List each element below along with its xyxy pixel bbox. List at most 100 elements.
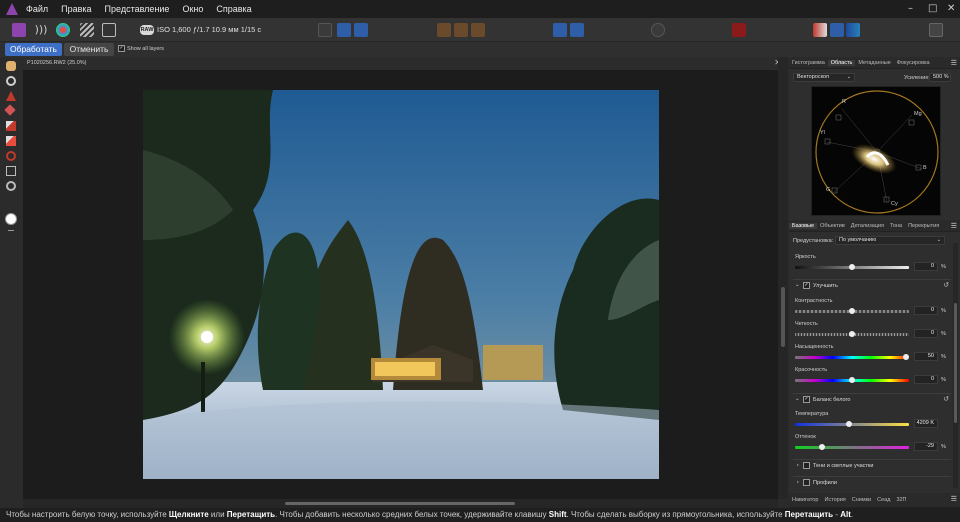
tab-tones[interactable]: Тона [887,223,905,229]
clipping-tones-icon[interactable] [471,23,485,37]
menu-window[interactable]: Окно [182,4,203,14]
tint-slider[interactable] [795,444,909,450]
photo-persona-icon[interactable] [12,23,26,37]
tab-32p[interactable]: 32П [893,497,909,503]
tab-basic[interactable]: Базовые [789,222,818,229]
tab-sead[interactable]: Сеад [874,497,893,503]
reset-icon[interactable]: ↺ [943,281,949,289]
white-balance-section-header[interactable]: ⌄ ✓ Баланс белого ↺ [793,393,951,405]
tab-snapshots[interactable]: Снимки [849,497,874,503]
tint-value[interactable]: -29 [914,442,938,451]
crop-tool-icon[interactable] [6,166,16,176]
shadows-highlights-section-header[interactable]: ⌄ Тени и светлые участки [793,459,951,471]
bottom-panel-menu-icon[interactable]: ☰ [951,495,957,503]
vertical-scroll-thumb[interactable] [781,287,785,347]
red-eye-icon[interactable] [732,23,746,37]
vibrance-slider[interactable] [795,377,909,383]
canvas[interactable] [23,71,778,499]
horizontal-scroll-thumb[interactable] [285,502,515,505]
enhance-section-header[interactable]: ⌄ ✓ Улучшить ↺ [793,279,951,291]
overlay-gradient-icon[interactable] [6,151,16,161]
red-eye-tool-icon[interactable] [6,91,16,101]
white-balance-tool-icon[interactable] [6,181,16,191]
menu-help[interactable]: Справка [216,4,251,14]
hand-tool-icon[interactable] [6,61,16,71]
tone-mapping-persona-icon[interactable] [80,23,94,37]
clarity-value[interactable]: 0 [914,329,938,338]
saturation-slider-knob[interactable] [902,354,909,360]
canvas-vertical-scrollbar[interactable] [778,57,788,499]
preset-dropdown[interactable]: По умолчанию ⌄ [835,236,945,245]
canvas-horizontal-scrollbar[interactable] [23,499,778,508]
saturation-slider[interactable] [795,354,909,360]
clarity-slider[interactable] [795,331,909,337]
assistant-icon[interactable] [553,23,567,37]
output-settings-icon[interactable] [570,23,584,37]
temperature-slider-knob[interactable] [845,421,852,427]
temperature-value[interactable]: 4209 K [914,419,938,428]
clarity-slider-knob[interactable] [849,331,855,337]
tint-slider-knob[interactable] [819,444,826,450]
tab-navigator[interactable]: Навигатор [789,497,821,503]
clipping-shadows-icon[interactable] [454,23,468,37]
contrast-slider[interactable] [795,308,909,314]
white-balance-checkbox[interactable]: ✓ [803,396,810,403]
maximize-button[interactable]: □ [928,3,937,14]
scope-mode-dropdown[interactable]: Вектороскоп ⌄ [793,73,855,82]
temperature-slider[interactable] [795,421,909,427]
reset-icon[interactable]: ↺ [943,395,949,403]
show-all-layers-checkbox[interactable]: ✓ [118,45,125,52]
tab-histogram[interactable]: Гистограмма [789,60,828,66]
document-tab[interactable]: P1020256.RW2 (25.0%) ✕ [23,57,785,71]
color-picker-icon[interactable] [813,23,827,37]
brightness-value[interactable]: 0 [914,262,938,271]
profiles-checkbox[interactable] [803,479,810,486]
minimize-button[interactable]: – [908,3,913,14]
chevron-down-icon[interactable]: ⌄ [795,282,800,288]
chevron-down-icon[interactable]: ⌄ [795,396,800,402]
show-all-layers-toggle[interactable]: ✓ Show all layers [118,45,164,52]
blemish-tool-icon[interactable] [4,104,16,116]
close-button[interactable]: ✕ [947,3,955,14]
primary-color-swatch[interactable] [5,213,17,225]
swap-colors-icon[interactable] [8,227,14,231]
adjust-menu-icon[interactable]: ☰ [951,222,957,230]
menu-view[interactable]: Представление [105,4,170,14]
cancel-button[interactable]: Отменить [64,43,114,56]
clipping-highlights-icon[interactable] [437,23,451,37]
contrast-value[interactable]: 0 [914,306,938,315]
split-view-icon[interactable] [337,23,351,37]
snapping-icon[interactable] [830,23,844,37]
gain-dropdown[interactable]: 500 % [929,73,951,82]
panel-menu-icon[interactable]: ☰ [951,59,957,67]
overlay-paint-icon[interactable] [6,121,16,131]
enhance-checkbox[interactable]: ✓ [803,282,810,289]
account-icon[interactable] [929,23,943,37]
shadows-highlights-checkbox[interactable] [803,462,810,469]
profiles-section-header[interactable]: ⌄ Профили [793,476,951,488]
tab-scope[interactable]: Область [827,59,856,66]
view-mode-icon[interactable] [318,23,332,37]
overlay-erase-icon[interactable] [6,136,16,146]
contrast-slider-knob[interactable] [849,308,855,314]
develop-button[interactable]: Обработать [5,43,62,56]
tab-focus[interactable]: Фокусировка [894,60,933,66]
chevron-right-icon[interactable]: ⌄ [794,463,800,468]
liquify-persona-icon[interactable]: ))) [34,23,48,37]
tab-overlays[interactable]: Перекрытия [905,223,942,229]
tab-lens[interactable]: Объектив [817,223,848,229]
vibrance-slider-knob[interactable] [849,377,855,383]
zoom-tool-icon[interactable] [6,76,16,86]
tab-metadata[interactable]: Метаданные [855,60,893,66]
adjust-panel-scrollbar[interactable] [953,243,958,488]
tab-history[interactable]: История [821,497,848,503]
mirror-view-icon[interactable] [354,23,368,37]
tab-details[interactable]: Детализация [848,223,887,229]
develop-persona-icon[interactable] [56,23,70,37]
adjust-scroll-thumb[interactable] [954,303,957,423]
arrange-icon[interactable] [846,23,860,37]
brightness-slider[interactable] [795,264,909,270]
comment-icon[interactable] [651,23,665,37]
saturation-value[interactable]: 50 [914,352,938,361]
export-persona-icon[interactable] [102,23,116,37]
